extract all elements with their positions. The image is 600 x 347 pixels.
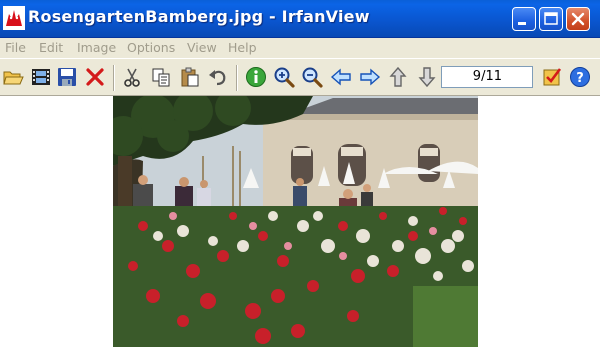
- maximize-icon: [544, 12, 558, 25]
- previous-button[interactable]: [330, 66, 352, 88]
- cut-icon: [124, 68, 140, 87]
- menu-help[interactable]: Help: [228, 40, 257, 55]
- rose-garden-photo: [113, 96, 478, 347]
- title-bar[interactable]: RosengartenBamberg.jpg - IrfanView: [0, 0, 600, 38]
- close-icon: [571, 12, 585, 26]
- help-icon: ?: [570, 67, 590, 87]
- next-button[interactable]: [359, 66, 381, 88]
- previous-icon: [330, 68, 351, 86]
- info-icon: [246, 67, 266, 87]
- paste-button[interactable]: [179, 66, 201, 88]
- save-icon: [58, 68, 76, 86]
- toolbar: 9/11 ?: [0, 58, 600, 96]
- open-button[interactable]: [2, 66, 24, 88]
- menu-view[interactable]: View: [187, 40, 217, 55]
- next-icon: [360, 68, 381, 86]
- menu-bar: File Edit Image Options View Help: [0, 38, 600, 58]
- svg-text:?: ?: [576, 71, 584, 86]
- zoom-out-button[interactable]: [301, 66, 323, 88]
- thumbnails-button[interactable]: [30, 66, 52, 88]
- toolbar-separator: [113, 65, 115, 91]
- zoom-in-icon: [274, 67, 295, 88]
- page-counter: 9/11: [441, 66, 533, 88]
- menu-options[interactable]: Options: [127, 40, 175, 55]
- toolbar-separator: [236, 65, 238, 91]
- zoom-out-icon: [302, 67, 323, 88]
- settings-button[interactable]: [541, 66, 563, 88]
- info-button[interactable]: [245, 66, 267, 88]
- settings-check-icon: [543, 68, 562, 86]
- image-canvas[interactable]: [0, 96, 600, 347]
- cut-button[interactable]: [121, 66, 143, 88]
- save-button[interactable]: [56, 66, 78, 88]
- up-icon: [389, 66, 407, 87]
- close-button[interactable]: [566, 7, 590, 31]
- paste-icon: [181, 67, 199, 87]
- delete-icon: [86, 68, 104, 86]
- open-folder-icon: [3, 71, 24, 85]
- copy-icon: [152, 68, 170, 87]
- menu-edit[interactable]: Edit: [39, 40, 63, 55]
- up-button[interactable]: [387, 66, 409, 88]
- help-button[interactable]: ?: [569, 66, 591, 88]
- irfanview-cat-icon: [3, 6, 25, 30]
- minimize-button[interactable]: [512, 7, 536, 31]
- filmstrip-icon: [32, 69, 50, 85]
- minimize-icon: [518, 22, 526, 25]
- copy-button[interactable]: [150, 66, 172, 88]
- undo-icon: [209, 70, 226, 86]
- delete-button[interactable]: [84, 66, 106, 88]
- down-button[interactable]: [416, 66, 438, 88]
- menu-file[interactable]: File: [5, 40, 26, 55]
- undo-button[interactable]: [207, 66, 229, 88]
- down-icon: [418, 67, 436, 88]
- zoom-in-button[interactable]: [273, 66, 295, 88]
- maximize-button[interactable]: [539, 7, 563, 31]
- window-title: RosengartenBamberg.jpg - IrfanView: [28, 7, 370, 26]
- menu-image[interactable]: Image: [77, 40, 116, 55]
